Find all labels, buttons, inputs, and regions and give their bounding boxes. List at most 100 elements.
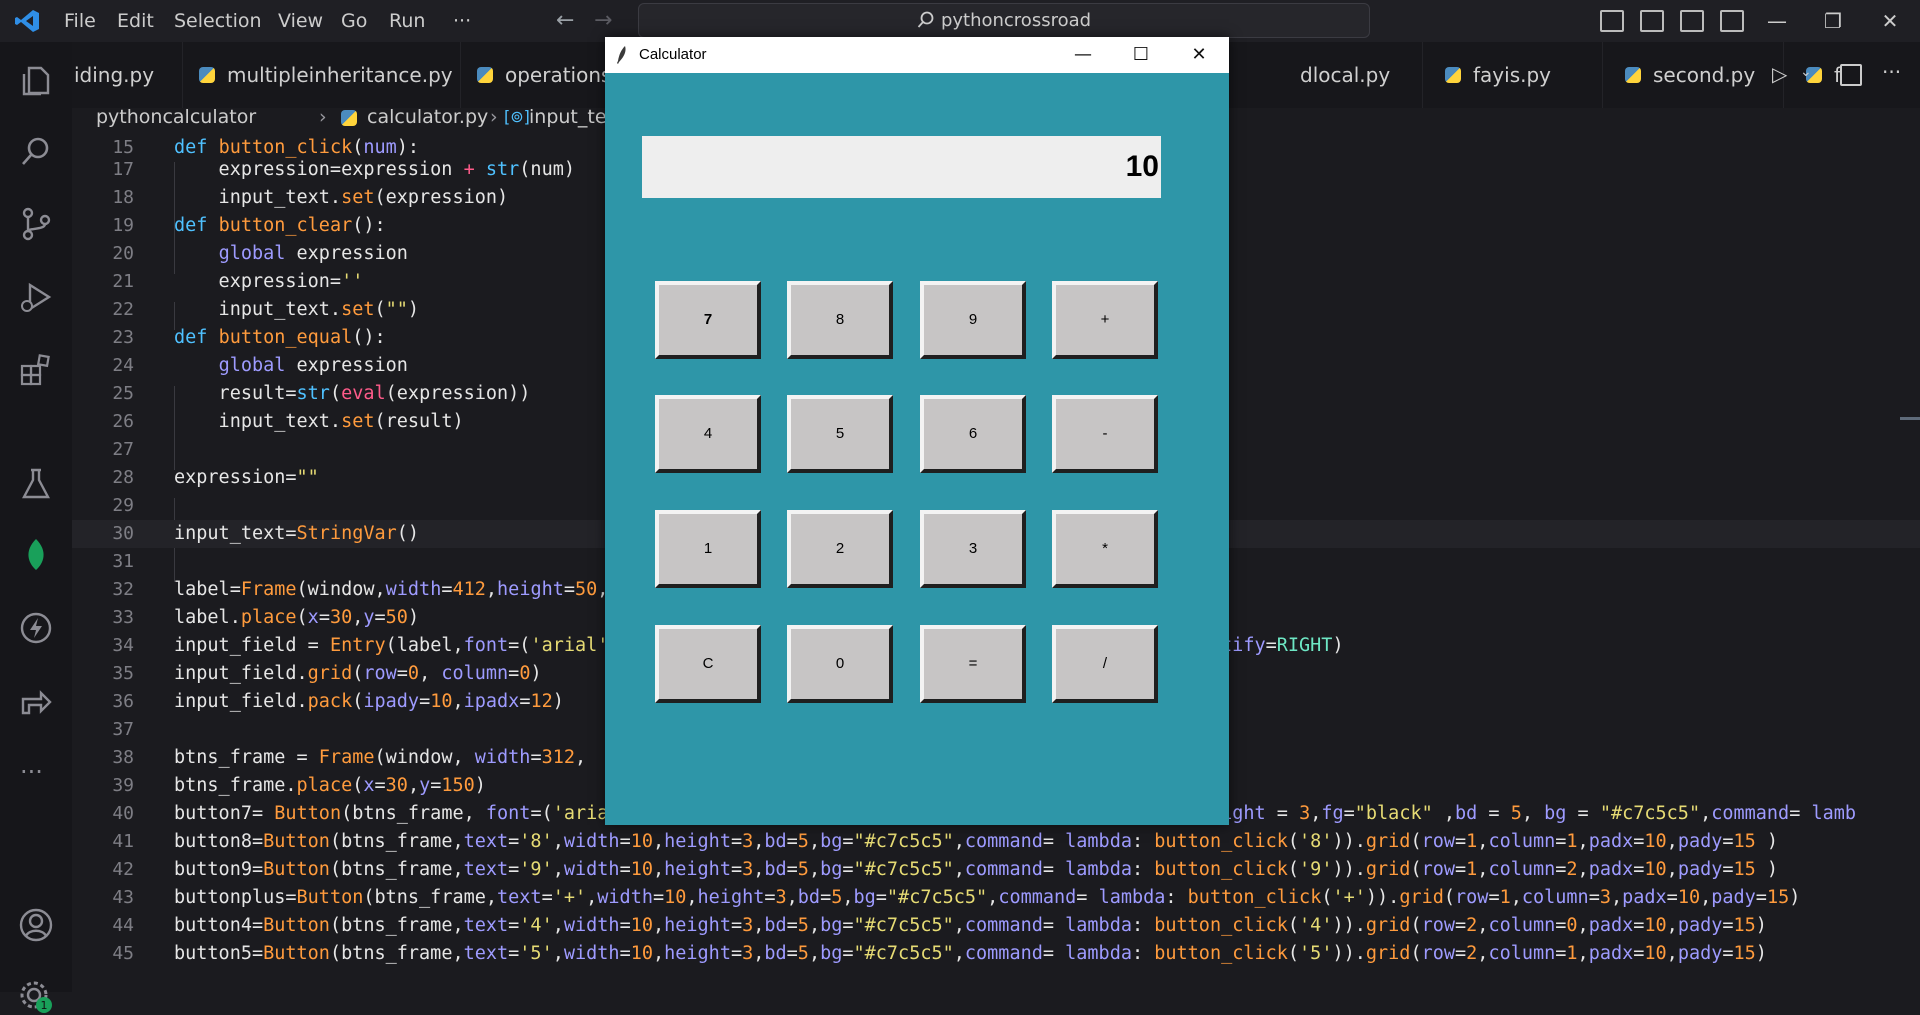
variable-symbol-icon: [⊚] (504, 107, 530, 126)
live-share-icon[interactable] (18, 683, 54, 719)
button-divide[interactable]: / (1052, 625, 1158, 703)
code-text: input_field.pack(ipady=10,ipadx=12) (174, 691, 564, 712)
calculator-minimize-button[interactable]: — (1059, 37, 1107, 73)
button-equals[interactable]: = (920, 625, 1026, 703)
line-number: 22 (112, 299, 134, 320)
code-text: expression="" (174, 467, 319, 488)
tab-iding[interactable]: iding.py (72, 42, 183, 108)
menu-edit[interactable]: Edit (117, 0, 154, 42)
button-6[interactable]: 6 (920, 395, 1026, 473)
menu-go[interactable]: Go (341, 0, 367, 42)
line-number: 19 (112, 215, 134, 236)
line-number: 25 (112, 383, 134, 404)
tab-fayis[interactable]: fayis.py (1423, 42, 1603, 108)
restore-button[interactable]: ❐ (1813, 0, 1853, 42)
run-debug-icon[interactable] (18, 280, 54, 316)
tab-label: dlocal.py (1300, 63, 1391, 87)
python-file-icon (341, 110, 357, 126)
breadcrumb-file[interactable]: calculator.py (367, 108, 488, 127)
calculator-maximize-button[interactable]: ☐ (1117, 37, 1165, 73)
line-number: 41 (112, 831, 134, 852)
line-number: 20 (112, 243, 134, 264)
button-plus[interactable]: + (1052, 281, 1158, 359)
line-number: 29 (112, 495, 134, 516)
calculator-title-bar[interactable]: Calculator — ☐ ✕ (605, 37, 1229, 73)
extensions-icon[interactable] (18, 352, 54, 388)
lightning-icon[interactable] (18, 610, 54, 646)
mongodb-leaf-icon[interactable] (18, 537, 54, 573)
tab-label: fayis.py (1473, 63, 1551, 87)
manage-gear-icon[interactable]: 1 (18, 979, 54, 1015)
button-clear[interactable]: C (655, 625, 761, 703)
button-2[interactable]: 2 (787, 510, 893, 588)
calculator-display[interactable]: 10 (642, 136, 1161, 198)
code-text: def button_equal(): (174, 327, 386, 348)
menu-selection[interactable]: Selection (174, 0, 262, 42)
button-5[interactable]: 5 (787, 395, 893, 473)
line-number: 26 (112, 411, 134, 432)
menu-run[interactable]: Run (389, 0, 425, 42)
toggle-sidebar-icon[interactable] (1600, 10, 1624, 32)
line-number: 39 (112, 775, 134, 796)
account-icon[interactable] (18, 907, 54, 943)
display-value: 10 (1125, 150, 1159, 183)
customize-layout-icon[interactable] (1720, 10, 1744, 32)
line-number: 44 (112, 915, 134, 936)
vscode-logo-icon (15, 10, 39, 32)
toggle-secondary-sidebar-icon[interactable] (1680, 10, 1704, 32)
button-9[interactable]: 9 (920, 281, 1026, 359)
code-text: expression=expression + str(num) (174, 159, 575, 180)
line-number: 43 (112, 887, 134, 908)
source-control-icon[interactable] (18, 206, 54, 242)
tab-label: multipleinheritance.py (227, 63, 453, 87)
code-text: def button_clear(): (174, 215, 386, 236)
scrollbar-marker[interactable] (1900, 417, 1920, 420)
code-text: input_text.set(result) (174, 411, 464, 432)
more-views-icon[interactable]: ··· (20, 758, 43, 786)
minimize-button[interactable]: — (1757, 0, 1797, 42)
breadcrumb-folder[interactable]: pythoncalculator (96, 108, 256, 127)
tab-multipleinheritance[interactable]: multipleinheritance.py (183, 42, 461, 108)
explorer-icon[interactable] (18, 63, 54, 99)
toggle-panel-icon[interactable] (1640, 10, 1664, 32)
button-7[interactable]: 7 (655, 281, 761, 359)
tab-label: iding.py (74, 63, 155, 87)
menu-view[interactable]: View (278, 0, 323, 42)
code-line: 41 button8=Button(btns_frame,text='8',wid… (72, 828, 1920, 856)
code-line: 43 buttonplus=Button(btns_frame,text='+',… (72, 884, 1920, 912)
tab-f[interactable]: f (1784, 42, 1844, 108)
code-text: global expression (218, 243, 408, 264)
code-text: global expression (218, 355, 408, 376)
button-1[interactable]: 1 (655, 510, 761, 588)
line-number: 45 (112, 943, 134, 964)
chevron-right-icon: › (490, 106, 498, 128)
button-multiply[interactable]: * (1052, 510, 1158, 588)
calculator-close-button[interactable]: ✕ (1175, 37, 1223, 73)
button-minus[interactable]: - (1052, 395, 1158, 473)
button-3[interactable]: 3 (920, 510, 1026, 588)
menu-more[interactable]: ··· (453, 0, 471, 42)
button-8[interactable]: 8 (787, 281, 893, 359)
chevron-right-icon: › (319, 106, 327, 128)
back-arrow-icon[interactable]: ← (556, 8, 574, 33)
tab-second[interactable]: second.py (1603, 42, 1784, 108)
split-editor-icon[interactable] (1840, 64, 1862, 86)
testing-flask-icon[interactable] (18, 466, 54, 502)
button-0[interactable]: 0 (787, 625, 893, 703)
search-text: pythoncrossroad (940, 10, 1092, 31)
more-actions-icon[interactable]: ··· (1882, 60, 1901, 84)
close-button[interactable]: ✕ (1870, 0, 1910, 42)
code-text: buttonplus=Button(btns_frame,text='+',wi… (174, 887, 1801, 908)
line-number: 40 (112, 803, 134, 824)
button-4[interactable]: 4 (655, 395, 761, 473)
run-python-icon[interactable]: ▷ (1772, 62, 1787, 86)
command-center-search[interactable]: pythoncrossroad (638, 3, 1370, 38)
search-sidebar-icon[interactable] (18, 134, 54, 170)
code-text: input_text=StringVar() (174, 523, 420, 544)
activity-bar: ··· 1 (0, 42, 72, 1013)
code-text: input_text.set("") (174, 299, 420, 320)
menu-file[interactable]: File (64, 0, 96, 42)
run-dropdown-chevron-icon[interactable]: ⌄ (1800, 64, 1812, 80)
forward-arrow-icon[interactable]: → (594, 8, 612, 33)
tab-dlocal[interactable]: dlocal.py (1229, 42, 1423, 108)
